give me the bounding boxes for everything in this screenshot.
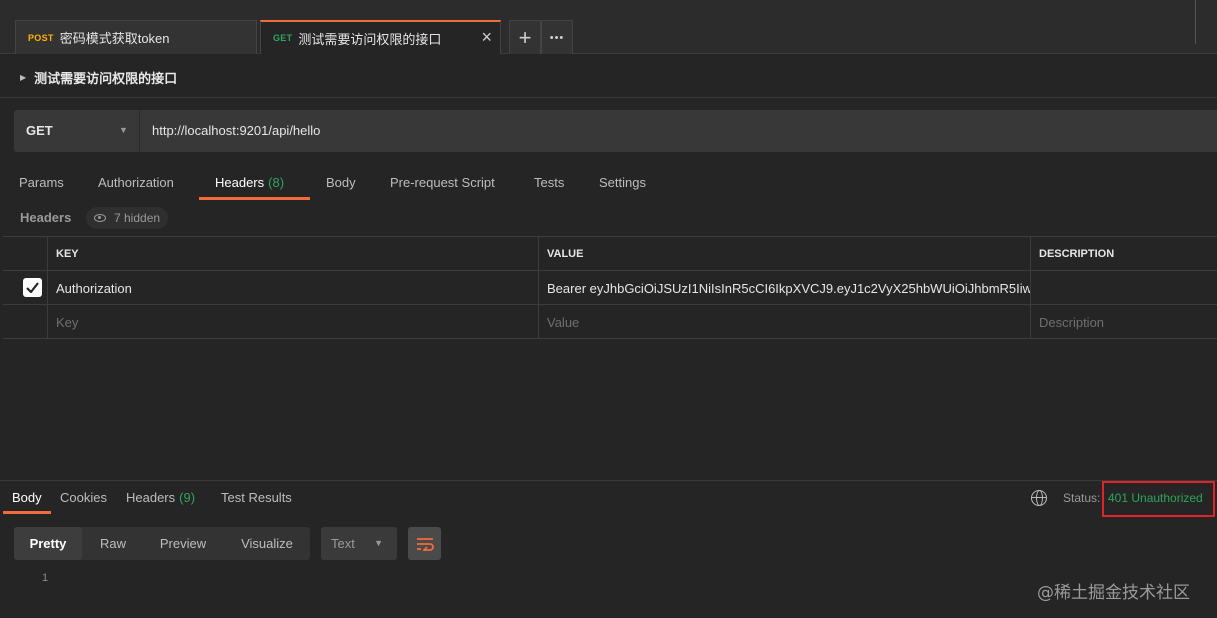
view-mode-bar: Pretty Raw Preview Visualize [14,527,310,560]
request-tabs: Params Authorization Headers (8) Body Pre… [0,170,700,200]
tab-bar: POST 密码模式获取token GET 测试需要访问权限的接口 × + ••• [0,0,1217,54]
headers-table: KEY VALUE DESCRIPTION Authorization Bear… [3,236,1217,339]
caret-right-icon: ▶ [20,72,27,82]
tab-label: Tests [534,175,565,190]
tab-label: 测试需要访问权限的接口 [298,31,442,47]
view-raw-button[interactable]: Raw [88,527,138,560]
tab-request-token[interactable]: POST 密码模式获取token [15,20,257,54]
tab-body[interactable]: Body [326,170,356,200]
header-key-input[interactable]: Authorization [47,271,539,305]
tab-label: Cookies [60,490,107,505]
column-value: VALUE [538,237,1031,271]
line-number: 1 [42,572,49,584]
tab-tests[interactable]: Tests [534,170,564,200]
tab-label: 密码模式获取token [59,31,170,46]
table-row: Authorization Bearer eyJhbGciOiJSUzI1NiI… [3,271,1217,305]
eye-icon [94,214,106,222]
tab-method-badge: GET [273,33,293,43]
header-description-input[interactable] [1030,271,1217,305]
method-select[interactable]: GET [26,123,53,138]
tab-authorization[interactable]: Authorization [98,170,174,200]
request-title[interactable]: ▶ 测试需要访问权限的接口 [20,66,177,88]
wrap-lines-button[interactable] [408,527,441,560]
header-value-input[interactable]: Bearer eyJhbGciOiJSUzI1NiIsInR5cCI6IkpXV… [538,271,1031,305]
add-tab-button[interactable]: + [509,20,541,54]
new-key-input[interactable]: Key [47,305,539,339]
status-label: Status: [1063,491,1101,505]
tab-label: Authorization [98,175,174,190]
format-select[interactable]: Text ▼ [321,527,397,560]
tab-label: Body [12,490,42,505]
tab-test-protected-api[interactable]: GET 测试需要访问权限的接口 × [260,20,501,54]
tab-label: Headers [126,490,176,505]
close-icon[interactable]: × [481,28,492,46]
column-description: DESCRIPTION [1030,237,1217,271]
headers-count: (8) [268,175,285,190]
tab-label: Headers [215,175,265,190]
header-enabled-checkbox[interactable] [23,278,42,297]
globe-icon[interactable] [1031,490,1047,506]
new-value-input[interactable]: Value [538,305,1031,339]
tab-label: Body [326,175,356,190]
view-visualize-button[interactable]: Visualize [230,527,304,560]
response-tab-cookies[interactable]: Cookies [60,482,107,514]
headers-section-label: Headers [20,210,72,225]
watermark: @稀土掘金技术社区 [1037,583,1190,603]
divider [0,97,1217,98]
divider [0,480,1217,481]
window-edge [1195,0,1217,44]
response-tabs: Body Cookies Headers (9) Test Results [0,482,400,516]
column-key: KEY [47,237,539,271]
view-preview-button[interactable]: Preview [148,527,218,560]
more-tabs-button[interactable]: ••• [541,20,573,54]
format-value: Text [331,536,355,551]
tab-label: Pre-request Script [390,175,495,190]
new-description-input[interactable]: Description [1030,305,1217,339]
url-bar: GET ▼ http://localhost:9201/api/hello [14,110,1217,152]
divider [139,110,140,152]
tab-label: Test Results [221,490,292,505]
response-headers-count: (9) [179,490,196,505]
tab-headers[interactable]: Headers (8) [199,170,310,200]
tab-params[interactable]: Params [19,170,64,200]
response-tab-body[interactable]: Body [3,482,51,514]
url-input[interactable]: http://localhost:9201/api/hello [152,123,320,138]
tab-pre-request-script[interactable]: Pre-request Script [390,170,495,200]
table-row-new: Key Value Description [3,305,1217,339]
hidden-count: 7 hidden [114,211,161,225]
hidden-headers-toggle[interactable]: 7 hidden [86,207,169,229]
response-tab-test-results[interactable]: Test Results [221,482,292,514]
view-pretty-button[interactable]: Pretty [14,527,82,560]
wrap-icon [416,537,434,551]
plus-icon: + [518,24,532,50]
check-icon [26,282,39,293]
ellipsis-icon: ••• [549,31,565,44]
table-header-row: KEY VALUE DESCRIPTION [3,237,1217,271]
response-tab-headers[interactable]: Headers (9) [126,482,195,514]
request-title-text: 测试需要访问权限的接口 [34,70,178,86]
tab-method-badge: POST [28,32,54,43]
tab-label: Settings [599,175,646,190]
chevron-down-icon[interactable]: ▼ [119,125,128,135]
status-badge[interactable]: 401 Unauthorized [1108,491,1203,505]
tab-label: Params [19,175,64,190]
tab-settings[interactable]: Settings [599,170,646,200]
chevron-down-icon: ▼ [374,538,383,548]
